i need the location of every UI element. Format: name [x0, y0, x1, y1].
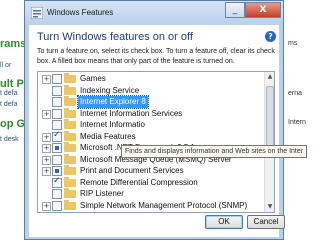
feature-row[interactable]: + Simple Network Management Protocol (SNM…	[38, 199, 264, 212]
tree-scrollbar[interactable]: ▲ ▼	[264, 72, 274, 212]
feature-checkbox[interactable]	[52, 74, 62, 84]
feature-label[interactable]: Internet Explorer 8	[77, 95, 149, 109]
feature-row[interactable]: RIP Listener	[38, 188, 264, 200]
ok-button[interactable]: OK	[205, 215, 243, 229]
feature-tooltip: Finds and displays information and Web s…	[121, 145, 308, 158]
feature-row[interactable]: Remote Differential Compression	[38, 176, 264, 189]
background-text-fragment: ll or	[0, 62, 12, 69]
background-text-fragment: t defa	[0, 90, 18, 97]
feature-row[interactable]: + Internet Information Services	[38, 107, 264, 120]
expand-icon[interactable]: +	[42, 75, 51, 84]
feature-label[interactable]: Internet Informatio	[80, 119, 145, 131]
feature-checkbox[interactable]	[52, 85, 62, 96]
folder-icon	[64, 130, 76, 141]
feature-label[interactable]: Print and Document Services	[80, 165, 184, 177]
background-text-fragment: Intern	[288, 119, 306, 126]
feature-checkbox[interactable]	[52, 97, 62, 107]
expand-icon[interactable]: +	[42, 167, 51, 176]
feature-row[interactable]: + Print and Document Services	[38, 165, 264, 177]
feature-checkbox[interactable]	[52, 130, 62, 142]
feature-checkbox[interactable]	[52, 120, 62, 130]
expand-icon[interactable]: +	[42, 132, 51, 142]
feature-label[interactable]: Remote Differential Compression	[80, 177, 198, 189]
expand-icon[interactable]: +	[42, 144, 51, 153]
expand-icon[interactable]: +	[42, 155, 51, 165]
folder-icon	[64, 153, 76, 164]
background-text-fragment: erna	[288, 90, 303, 97]
folder-icon	[64, 96, 76, 106]
help-icon[interactable]: ?	[265, 31, 276, 42]
folder-icon	[64, 176, 76, 187]
feature-label[interactable]: Simple Network Management Protocol (SNMP…	[80, 200, 247, 212]
dialog-heading: Turn Windows features on or off	[37, 31, 193, 43]
feature-checkbox[interactable]	[52, 154, 62, 165]
minimize-button[interactable]: _	[225, 2, 245, 18]
folder-icon	[64, 119, 76, 129]
background-window-right: ms erna Intern	[284, 0, 320, 240]
feature-row[interactable]: + Games	[38, 73, 264, 85]
background-text-fragment: ms	[288, 40, 298, 47]
feature-row[interactable]: + Media Features	[38, 130, 264, 143]
feature-checkbox[interactable]	[52, 189, 62, 199]
feature-checkbox[interactable]	[52, 108, 62, 119]
feature-row[interactable]: Indexing Service	[38, 84, 264, 97]
folder-icon	[64, 199, 76, 210]
folder-icon	[64, 107, 76, 118]
features-tree[interactable]: ▲ ▼ + Games Indexing Service Internet Explo…	[37, 71, 275, 213]
feature-label[interactable]: Indexing Service	[80, 85, 139, 97]
background-text-fragment: rams	[0, 38, 27, 50]
scroll-down-arrow-icon[interactable]: ▼	[265, 202, 274, 212]
feature-checkbox[interactable]	[52, 176, 62, 188]
folder-icon	[64, 73, 76, 83]
feature-label[interactable]: Media Features	[80, 131, 136, 143]
background-text-fragment: t defa	[0, 101, 18, 108]
feature-label[interactable]: RIP Listener	[80, 188, 124, 200]
feature-checkbox[interactable]	[52, 143, 62, 153]
background-text-fragment: t desk	[0, 136, 19, 143]
feature-row[interactable]: Internet Informatio	[38, 119, 264, 131]
windows-features-icon	[31, 7, 43, 19]
feature-row[interactable]: Internet Explorer 8	[38, 95, 264, 109]
expand-icon[interactable]: +	[42, 201, 51, 211]
windows-features-dialog: Windows Features _ X Turn Windows featur…	[24, 0, 308, 240]
folder-icon	[64, 188, 76, 198]
dialog-description: To turn a feature on, select its check b…	[37, 48, 275, 65]
feature-checkbox[interactable]	[52, 166, 62, 176]
scroll-up-arrow-icon[interactable]: ▲	[265, 72, 274, 82]
close-button[interactable]: X	[245, 2, 281, 18]
expand-icon[interactable]: +	[42, 109, 51, 119]
title-bar[interactable]: Windows Features _ X	[25, 1, 283, 25]
feature-label[interactable]: Games	[80, 73, 106, 85]
dialog-content: Turn Windows features on or off ? To tur…	[29, 25, 308, 237]
background-window-left: rams ll or ult Pr t defa t defa op Ga t desk	[0, 0, 31, 240]
cancel-button[interactable]: Cancel	[247, 215, 285, 229]
feature-checkbox[interactable]	[52, 200, 62, 211]
folder-icon	[64, 165, 76, 175]
folder-icon	[64, 84, 76, 95]
feature-label[interactable]: Internet Information Services	[80, 108, 182, 120]
folder-icon	[64, 142, 76, 152]
window-title: Windows Features	[47, 8, 114, 17]
